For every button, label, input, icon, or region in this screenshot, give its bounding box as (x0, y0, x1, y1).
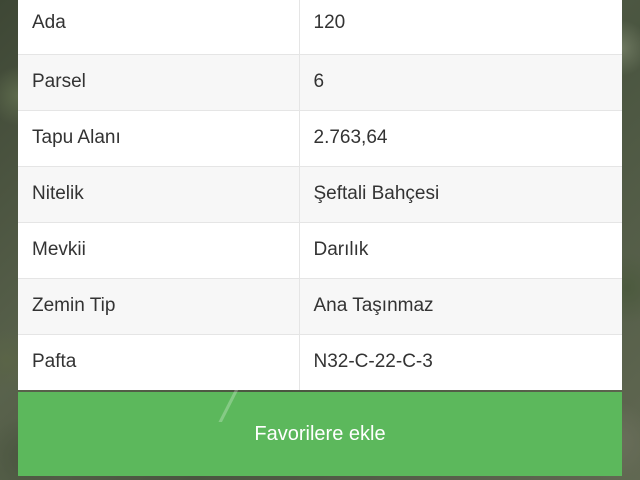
table-row-tapu-alani: Tapu Alanı 2.763,64 (18, 110, 622, 167)
row-label: Mevkii (18, 222, 300, 279)
row-value: Darılık (299, 222, 622, 279)
row-value: N32-C-22-C-3 (299, 334, 622, 390)
row-value: Şeftali Bahçesi (299, 166, 622, 223)
table-row-mevkii: Mevkii Darılık (18, 222, 622, 279)
table-row-zemin-tip: Zemin Tip Ana Taşınmaz (18, 278, 622, 335)
parcel-info-card: Ada 120 Parsel 6 Tapu Alanı 2.763,64 Nit… (18, 0, 622, 390)
row-value: 120 (299, 0, 622, 55)
row-value: Ana Taşınmaz (299, 278, 622, 335)
row-label: Zemin Tip (18, 278, 300, 335)
row-label: Pafta (18, 334, 300, 390)
row-label: Parsel (18, 54, 300, 111)
row-label: Ada (18, 0, 300, 55)
table-row-ada: Ada 120 (18, 0, 622, 55)
add-to-favorites-button[interactable]: Favorilere ekle (18, 392, 622, 476)
table-row-nitelik: Nitelik Şeftali Bahçesi (18, 166, 622, 223)
table-row-pafta: Pafta N32-C-22-C-3 (18, 334, 622, 390)
row-value: 2.763,64 (299, 110, 622, 167)
row-label: Tapu Alanı (18, 110, 300, 167)
table-row-parsel: Parsel 6 (18, 54, 622, 111)
row-label: Nitelik (18, 166, 300, 223)
row-value: 6 (299, 54, 622, 111)
parcel-info-table: Ada 120 Parsel 6 Tapu Alanı 2.763,64 Nit… (18, 0, 622, 390)
